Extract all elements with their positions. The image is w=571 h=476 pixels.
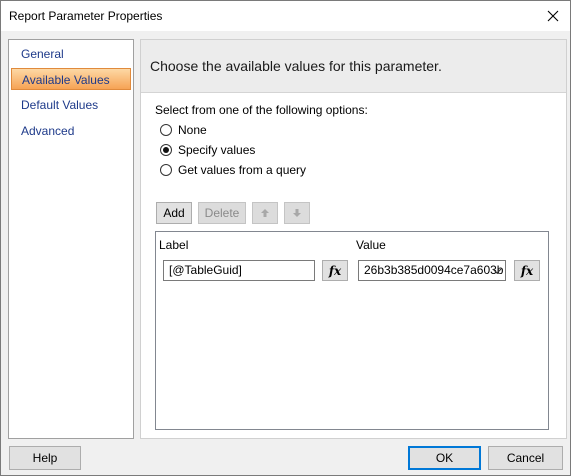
content-panel: Choose the available values for this par… [140, 39, 567, 439]
function-icon: fx [520, 263, 534, 278]
chevron-down-icon [492, 268, 502, 274]
content-header-text: Choose the available values for this par… [150, 58, 442, 74]
nav-item-available-values[interactable]: Available Values [11, 68, 131, 90]
arrow-up-icon [261, 209, 269, 217]
value-expression-button[interactable]: fx [514, 260, 540, 281]
cancel-button[interactable]: Cancel [488, 446, 563, 470]
nav-panel: General Available Values Default Values … [8, 39, 134, 439]
radio-none-label: None [178, 123, 207, 137]
label-expression-button[interactable]: fx [322, 260, 348, 281]
content-header: Choose the available values for this par… [141, 40, 566, 93]
nav-item-advanced[interactable]: Advanced [11, 120, 131, 142]
radio-specify-values[interactable]: Specify values [160, 142, 255, 158]
options-label: Select from one of the following options… [155, 103, 368, 117]
radio-specify-values-circle[interactable] [160, 144, 172, 156]
column-header-value: Value [356, 238, 386, 252]
arrow-down-icon [293, 209, 301, 217]
move-down-button[interactable] [284, 202, 310, 224]
function-icon: fx [328, 263, 342, 278]
add-button[interactable]: Add [156, 202, 192, 224]
move-up-button[interactable] [252, 202, 278, 224]
radio-get-from-query-circle[interactable] [160, 164, 172, 176]
value-dropdown[interactable]: 26b3b385d0094ce7a603b [358, 260, 506, 281]
values-grid: Label Value [@TableGuid] fx 26b3b385d009… [155, 231, 549, 430]
value-dropdown-text: 26b3b385d0094ce7a603b [364, 263, 504, 277]
window-title: Report Parameter Properties [9, 9, 163, 23]
radio-get-from-query-label: Get values from a query [178, 163, 307, 177]
nav-item-general[interactable]: General [11, 43, 131, 65]
close-icon [547, 10, 559, 22]
nav-item-default-values[interactable]: Default Values [11, 94, 131, 116]
radio-get-from-query[interactable]: Get values from a query [160, 162, 306, 178]
radio-specify-values-label: Specify values [178, 143, 256, 157]
ok-button[interactable]: OK [408, 446, 481, 470]
column-header-label: Label [159, 238, 189, 252]
title-bar: Report Parameter Properties [1, 1, 570, 31]
close-button[interactable] [536, 1, 570, 31]
radio-none-circle[interactable] [160, 124, 172, 136]
radio-none[interactable]: None [160, 122, 207, 138]
dialog-window: Report Parameter Properties General Avai… [0, 0, 571, 476]
label-input[interactable]: [@TableGuid] [163, 260, 315, 281]
delete-button[interactable]: Delete [198, 202, 246, 224]
help-button[interactable]: Help [9, 446, 81, 470]
